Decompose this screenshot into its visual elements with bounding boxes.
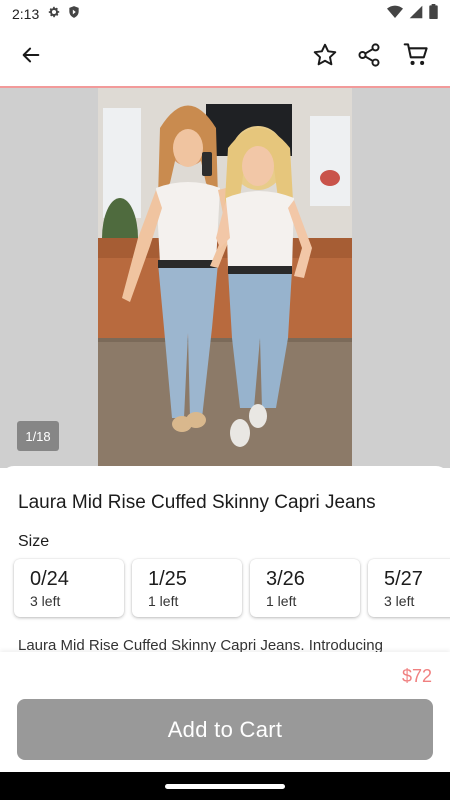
add-to-cart-button[interactable]: Add to Cart: [17, 699, 433, 760]
wifi-icon: [387, 5, 403, 24]
size-stock: 3 left: [30, 593, 61, 609]
product-info-sheet: Laura Mid Rise Cuffed Skinny Capri Jeans…: [0, 466, 450, 652]
product-photo: [98, 88, 352, 468]
home-gesture-handle[interactable]: [165, 784, 285, 789]
product-price: $72: [401, 666, 432, 686]
product-image-gallery[interactable]: 1/18: [0, 88, 450, 468]
signal-icon: [409, 5, 423, 24]
size-options: 0/24 3 left 1/25 1 left 3/26 1 left 5/27…: [14, 559, 450, 617]
size-option-1-25[interactable]: 1/25 1 left: [132, 559, 242, 617]
size-option-5-27[interactable]: 5/27 3 left: [368, 559, 450, 617]
share-icon: [356, 42, 382, 73]
size-stock: 1 left: [148, 593, 179, 609]
share-button[interactable]: [347, 35, 391, 79]
status-bar: 2:13: [0, 0, 450, 28]
gear-icon: [47, 5, 61, 24]
status-time: 2:13: [12, 6, 40, 22]
shield-icon: [67, 5, 81, 24]
cart-button[interactable]: [394, 35, 438, 79]
size-value: 3/26: [266, 568, 305, 590]
size-option-3-26[interactable]: 3/26 1 left: [250, 559, 360, 617]
star-icon: [312, 42, 338, 73]
size-value: 0/24: [30, 568, 69, 590]
system-nav-bar: [0, 772, 450, 800]
size-option-0-24[interactable]: 0/24 3 left: [14, 559, 124, 617]
cart-icon: [403, 41, 430, 73]
purchase-footer: $72 Add to Cart: [0, 652, 450, 772]
size-label: Size: [18, 533, 50, 550]
back-arrow-icon: [20, 44, 42, 71]
size-value: 1/25: [148, 568, 187, 590]
app-bar: [0, 28, 450, 86]
size-stock: 1 left: [266, 593, 297, 609]
battery-icon: [429, 4, 438, 24]
product-title: Laura Mid Rise Cuffed Skinny Capri Jeans: [18, 492, 376, 513]
favorite-button[interactable]: [303, 35, 347, 79]
product-description: Laura Mid Rise Cuffed Skinny Capri Jeans…: [18, 637, 383, 652]
image-counter: 1/18: [17, 421, 59, 451]
size-value: 5/27: [384, 568, 423, 590]
size-stock: 3 left: [384, 593, 415, 609]
back-button[interactable]: [9, 35, 53, 79]
